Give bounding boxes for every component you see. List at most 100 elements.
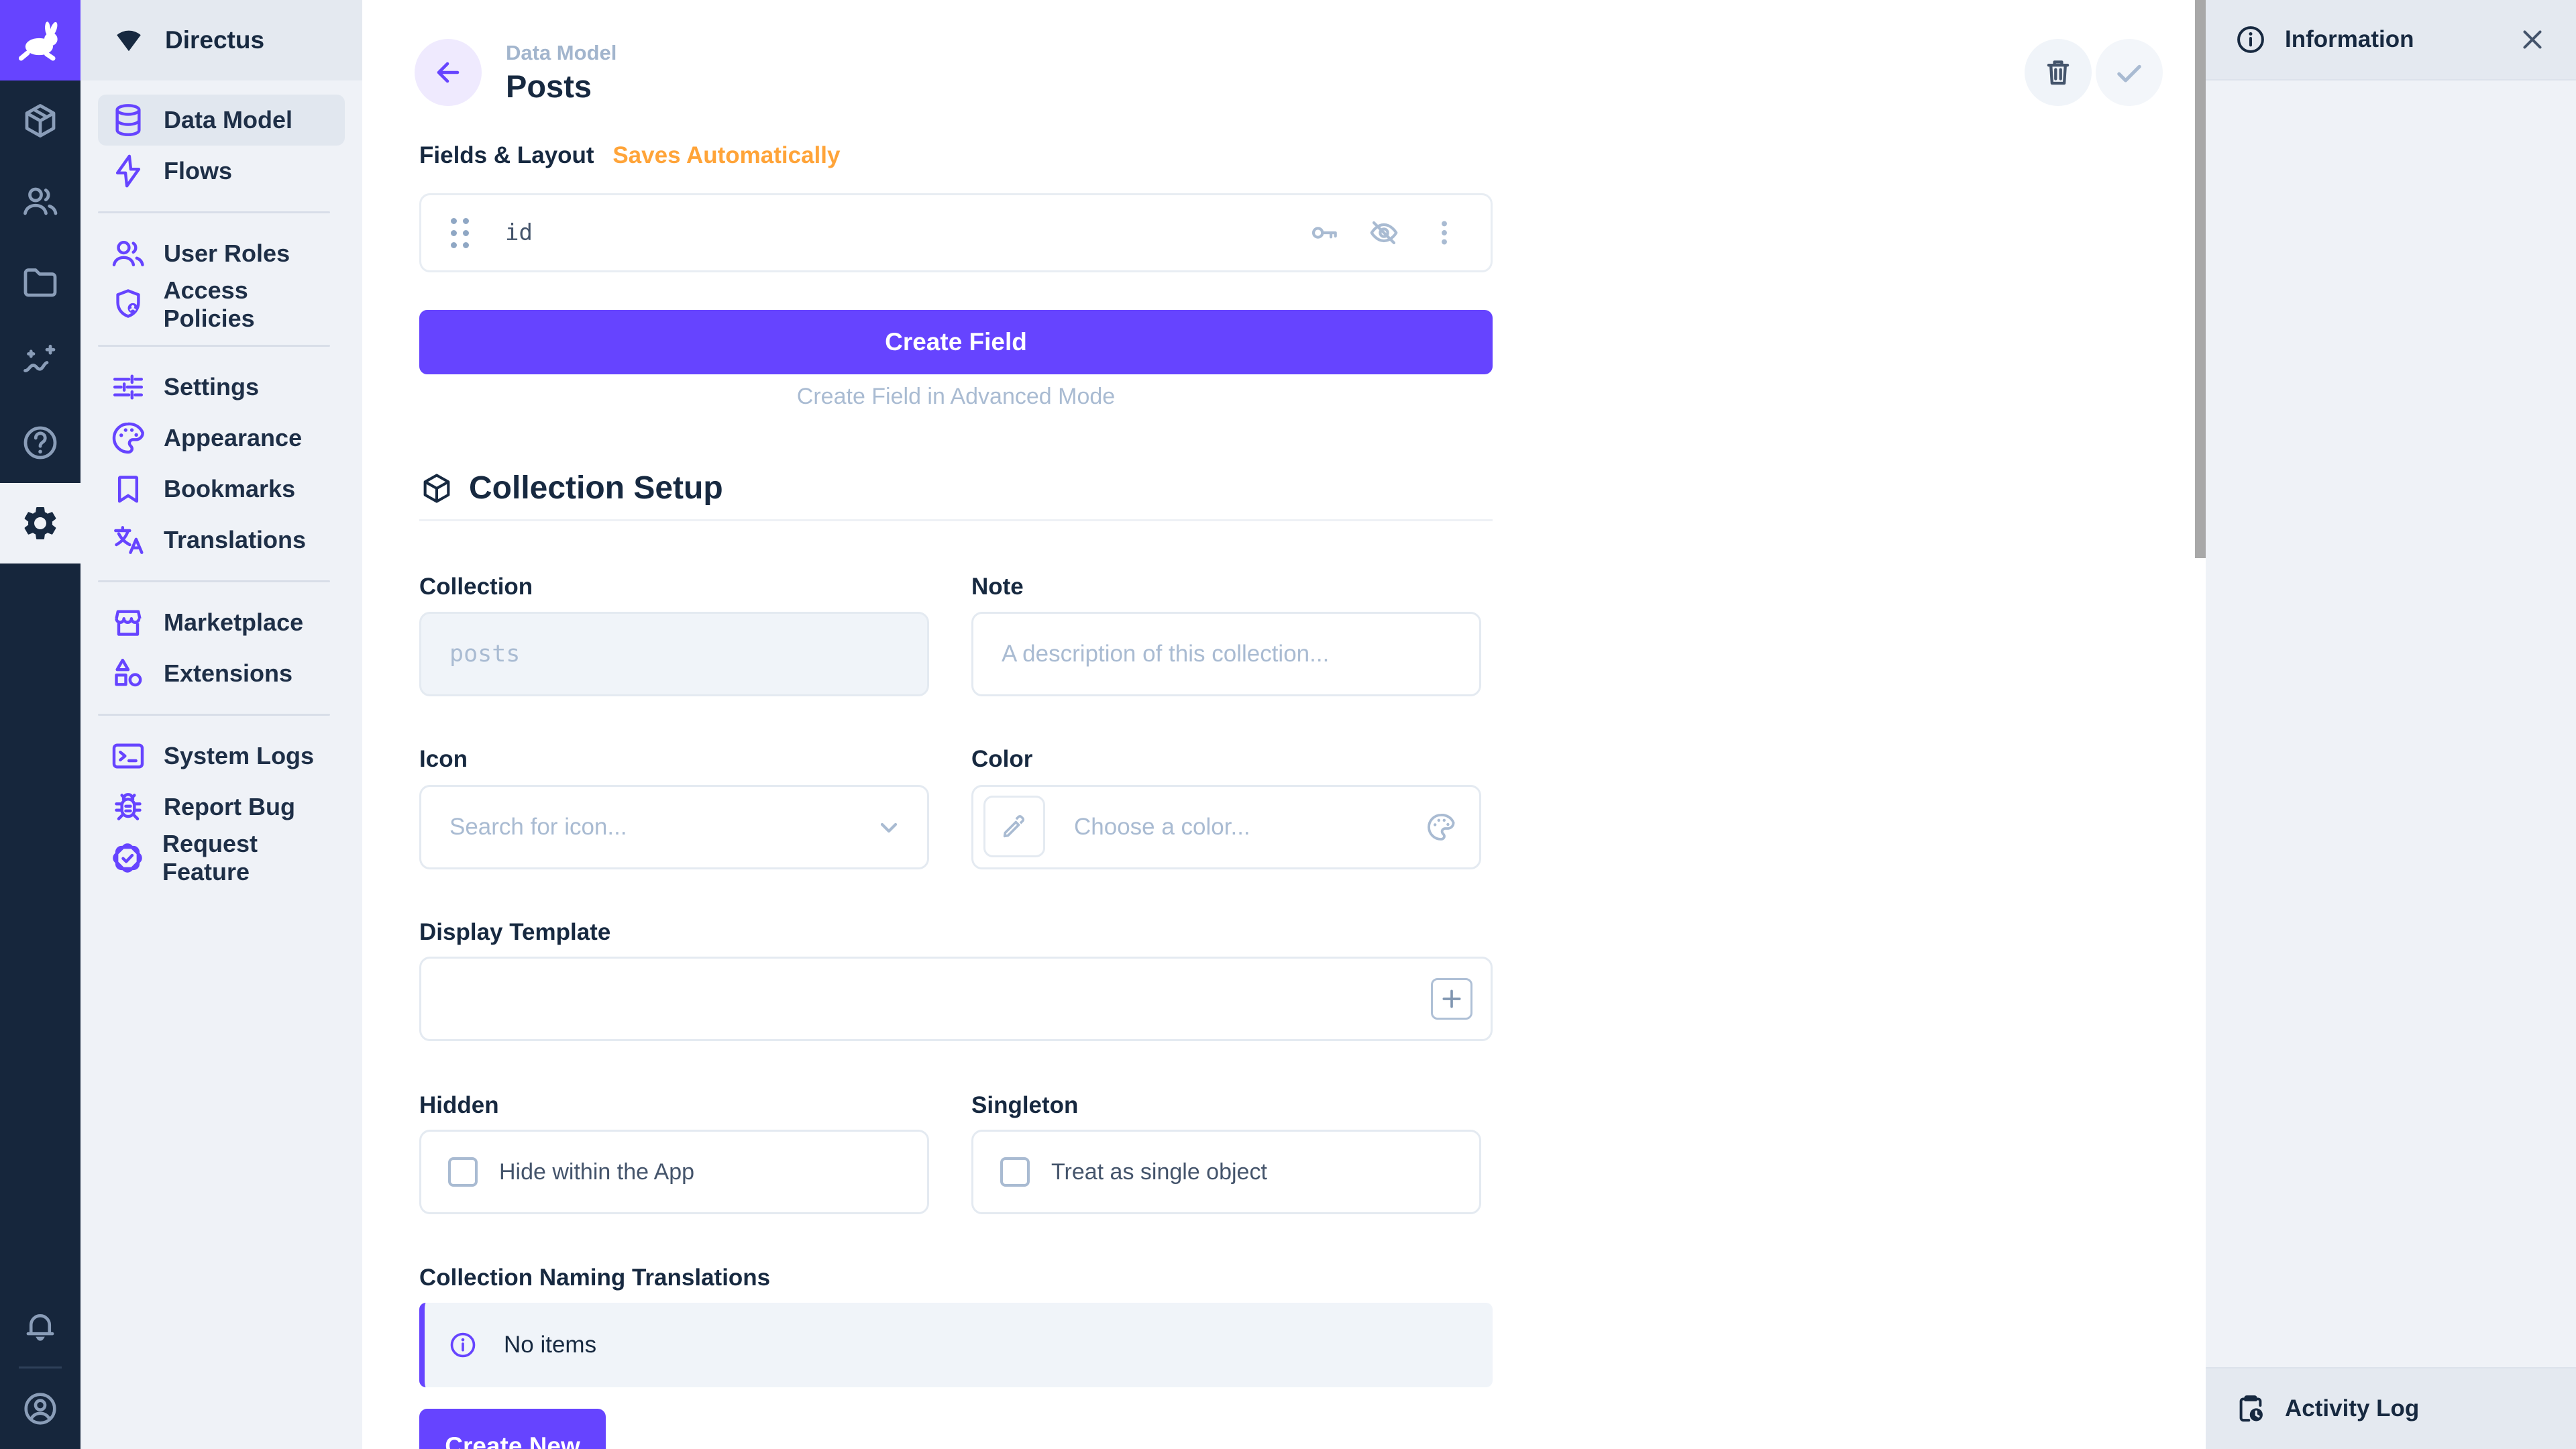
display-template-input[interactable] — [419, 957, 1493, 1041]
nav-divider — [98, 714, 330, 716]
module-files[interactable] — [0, 241, 80, 322]
plus-icon — [1438, 985, 1465, 1012]
field-row-id[interactable]: id — [419, 193, 1493, 272]
display-template-label: Display Template — [419, 919, 610, 946]
hidden-checkbox[interactable] — [448, 1157, 478, 1187]
field-name: id — [505, 219, 533, 246]
nav-divider — [98, 580, 330, 582]
sidebar-item-report-bug[interactable]: Report Bug — [98, 782, 345, 833]
sidebar-item-label: Appearance — [164, 424, 302, 452]
key-icon[interactable] — [1307, 216, 1340, 250]
note-input[interactable] — [971, 612, 1481, 696]
bell-icon — [21, 1307, 60, 1346]
icon-search-input[interactable] — [419, 785, 929, 869]
sidebar-item-label: Marketplace — [164, 608, 303, 637]
box-icon — [20, 101, 60, 141]
sidebar-item-extensions[interactable]: Extensions — [98, 648, 345, 699]
breadcrumb[interactable]: Data Model — [506, 41, 616, 65]
notifications-button[interactable] — [0, 1286, 80, 1366]
sidebar-item-appearance[interactable]: Appearance — [98, 413, 345, 464]
singleton-field[interactable]: Treat as single object — [971, 1130, 1481, 1214]
module-users[interactable] — [0, 161, 80, 241]
kebab-menu-icon[interactable] — [1428, 216, 1461, 250]
nav-divider — [98, 345, 330, 347]
autosave-label: Saves Automatically — [612, 142, 840, 168]
info-panel-title: Information — [2285, 26, 2500, 53]
info-icon — [447, 1330, 478, 1360]
icon-input-shell — [419, 785, 929, 869]
palette-icon[interactable] — [1425, 811, 1457, 843]
module-help[interactable] — [0, 402, 80, 483]
sidebar-item-label: Translations — [164, 526, 306, 554]
close-icon[interactable] — [2517, 24, 2548, 55]
gear-icon — [20, 503, 60, 543]
sidebar-item-system-logs[interactable]: System Logs — [98, 731, 345, 782]
check-icon — [2112, 55, 2147, 90]
collection-input[interactable] — [419, 612, 929, 696]
extension-shapes-icon — [109, 655, 148, 692]
info-icon — [2234, 23, 2267, 56]
note-label: Note — [971, 574, 1024, 600]
translations-label: Collection Naming Translations — [419, 1265, 770, 1291]
drag-handle-icon[interactable] — [451, 218, 469, 248]
save-button[interactable] — [2096, 39, 2163, 106]
shield-badge-icon — [109, 286, 148, 323]
info-panel: Information Activity Log — [2206, 0, 2576, 1449]
folder-icon — [20, 262, 60, 302]
user-roles-icon — [109, 235, 148, 272]
database-icon — [109, 101, 148, 139]
delete-collection-button[interactable] — [2025, 39, 2092, 106]
sidebar-item-settings[interactable]: Settings — [98, 362, 345, 413]
account-button[interactable] — [0, 1368, 80, 1449]
module-settings[interactable] — [0, 483, 80, 564]
directus-logo[interactable] — [0, 0, 80, 80]
eyedropper-button[interactable] — [983, 796, 1045, 857]
create-field-button[interactable]: Create Field — [419, 310, 1493, 374]
sidebar-item-label: Data Model — [164, 106, 292, 134]
create-field-advanced-link[interactable]: Create Field in Advanced Mode — [419, 384, 1493, 410]
nav-divider — [98, 211, 330, 213]
terminal-icon — [109, 737, 148, 775]
project-header[interactable]: Directus — [80, 0, 362, 80]
add-template-field-button[interactable] — [1431, 978, 1472, 1020]
collection-label: Collection — [419, 574, 533, 600]
sidebar-item-label: Settings — [164, 373, 259, 401]
section-divider — [419, 519, 1493, 521]
settings-sidebar: Directus Data Model Flows — [80, 0, 362, 1449]
color-input[interactable] — [971, 785, 1481, 869]
sidebar-item-request-feature[interactable]: Request Feature — [98, 833, 345, 883]
create-new-translation-button[interactable]: Create New — [419, 1409, 606, 1449]
fields-layout-label: Fields & Layout — [419, 142, 594, 168]
sidebar-item-user-roles[interactable]: User Roles — [98, 228, 345, 279]
trash-icon — [2041, 55, 2076, 90]
hidden-label: Hidden — [419, 1092, 499, 1119]
sidebar-item-label: Bookmarks — [164, 475, 295, 503]
tune-icon — [109, 368, 148, 406]
activity-log-label: Activity Log — [2285, 1395, 2419, 1422]
module-insights[interactable] — [0, 322, 80, 402]
sidebar-item-label: Request Feature — [162, 830, 345, 886]
sidebar-item-label: User Roles — [164, 239, 290, 268]
sidebar-item-access-policies[interactable]: Access Policies — [98, 279, 345, 330]
singleton-label: Singleton — [971, 1092, 1078, 1119]
sidebar-item-flows[interactable]: Flows — [98, 146, 345, 197]
hidden-field[interactable]: Hide within the App — [419, 1130, 929, 1214]
activity-log-button[interactable]: Activity Log — [2206, 1367, 2576, 1449]
page-header: Data Model Posts — [415, 39, 616, 106]
sidebar-item-data-model[interactable]: Data Model — [98, 95, 345, 146]
scrollbar[interactable] — [2195, 0, 2206, 558]
translate-icon — [109, 521, 148, 559]
display-template-shell — [419, 957, 1493, 1041]
eye-off-icon[interactable] — [1367, 216, 1401, 250]
sidebar-item-marketplace[interactable]: Marketplace — [98, 597, 345, 648]
chevron-down-icon[interactable] — [873, 811, 905, 843]
singleton-checkbox[interactable] — [1000, 1157, 1030, 1187]
storefront-icon — [109, 604, 148, 641]
help-icon — [20, 423, 60, 463]
module-content[interactable] — [0, 80, 80, 161]
sidebar-item-translations[interactable]: Translations — [98, 515, 345, 566]
collection-setup-title: Collection Setup — [469, 470, 723, 506]
icon-label: Icon — [419, 746, 468, 773]
back-button[interactable] — [415, 39, 482, 106]
sidebar-item-bookmarks[interactable]: Bookmarks — [98, 464, 345, 515]
